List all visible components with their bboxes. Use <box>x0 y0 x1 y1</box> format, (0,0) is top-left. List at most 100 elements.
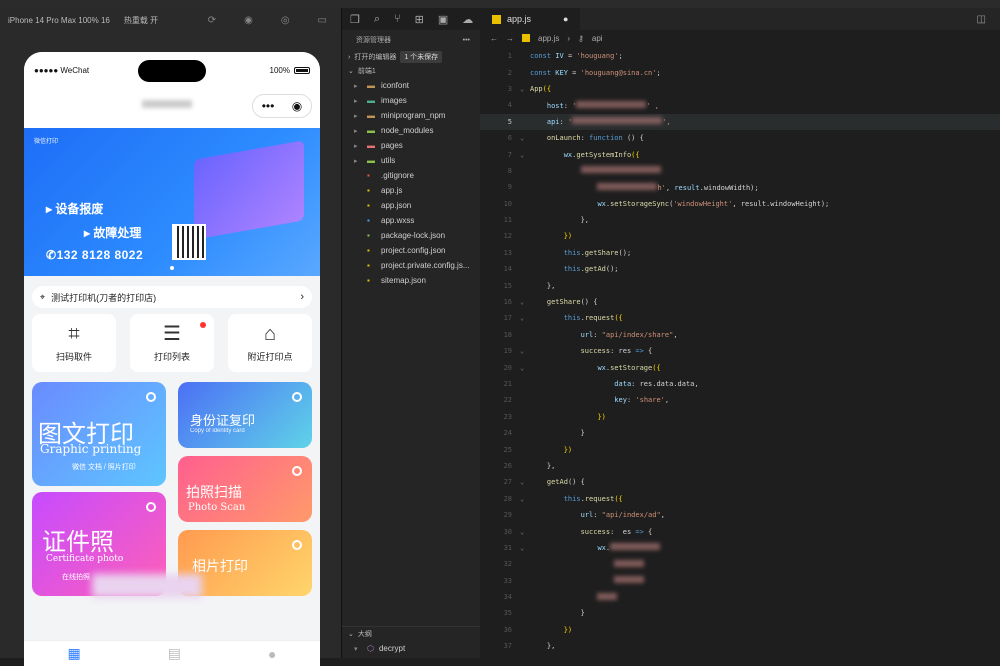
folder-item[interactable]: ▸ ▬ iconfont <box>342 78 480 93</box>
file-item[interactable]: ▪ app.wxss <box>342 213 480 228</box>
fold-chevron-icon[interactable]: ⌄ <box>520 364 530 372</box>
explorer-icon[interactable]: ❐ <box>350 13 360 26</box>
device-selector[interactable]: iPhone 14 Pro Max 100% 16 <box>8 16 110 25</box>
code-line[interactable]: 22 key: 'share', <box>480 392 1000 408</box>
code-line[interactable]: 7 ⌄ wx.getSystemInfo({ <box>480 146 1000 162</box>
folder-item[interactable]: ▸ ▬ pages <box>342 138 480 153</box>
code-line[interactable]: 1 const IV = 'houguang'; <box>480 48 1000 64</box>
close-mini-program-icon[interactable]: ◉ <box>292 99 302 113</box>
code-line[interactable]: 26 }, <box>480 458 1000 474</box>
print-list-button[interactable]: ☰ 打印列表 <box>130 314 214 372</box>
home-tab-icon[interactable]: ▦ <box>68 645 81 662</box>
code-line[interactable]: 34 <box>480 589 1000 605</box>
code-line[interactable]: 13 this.getShare(); <box>480 245 1000 261</box>
fold-chevron-icon[interactable]: ⌄ <box>520 134 530 142</box>
orders-tab-icon[interactable]: ▤ <box>168 645 181 662</box>
cloud-icon[interactable]: ☁ <box>462 13 473 26</box>
code-area[interactable]: 1 const IV = 'houguang'; 2 const KEY = 'hou… <box>480 48 1000 654</box>
file-item[interactable]: ▪ project.config.json <box>342 243 480 258</box>
code-line[interactable]: 20 ⌄ wx.setStorage({ <box>480 359 1000 375</box>
tab-app-js[interactable]: app.js ● <box>480 8 581 30</box>
fold-chevron-icon[interactable]: ⌄ <box>520 544 530 552</box>
code-line[interactable]: 17 ⌄ this.request({ <box>480 310 1000 326</box>
rotate-icon[interactable]: ⟳ <box>208 15 216 26</box>
fold-chevron-icon[interactable]: ⌄ <box>520 314 530 322</box>
capsule-menu[interactable]: ••• ◉ <box>252 94 312 118</box>
code-line[interactable]: 21 data: res.data.data, <box>480 376 1000 392</box>
fold-chevron-icon[interactable]: ⌄ <box>520 151 530 159</box>
code-line[interactable]: 30 ⌄ success: es => { <box>480 523 1000 539</box>
graphic-printing-tile[interactable]: 图文打印 Graphic printing 微信 文档 / 照片打印 <box>32 382 166 486</box>
scan-pickup-button[interactable]: ⌗ 扫码取件 <box>32 314 116 372</box>
project-section[interactable]: ⌄ 前端1 <box>342 64 480 78</box>
code-line[interactable]: 23 }) <box>480 409 1000 425</box>
hot-reload-toggle[interactable]: 热重载 开 <box>124 15 158 26</box>
more-icon[interactable]: ••• <box>262 99 275 113</box>
code-line[interactable]: 35 } <box>480 605 1000 621</box>
split-editor-icon[interactable]: ◫ <box>977 14 1000 25</box>
code-line[interactable]: 36 }) <box>480 622 1000 638</box>
fold-chevron-icon[interactable]: ⌄ <box>520 85 530 93</box>
more-actions-icon[interactable]: ••• <box>463 37 480 44</box>
code-line[interactable]: 18 url: "api/index/share", <box>480 327 1000 343</box>
code-line[interactable]: 9 h', result.windowWidth); <box>480 179 1000 195</box>
code-line[interactable]: 29 url: "api/index/ad", <box>480 507 1000 523</box>
outline-item[interactable]: ▾ ⬡ decrypt <box>342 641 480 656</box>
code-line[interactable]: 10 wx.setStorageSync('windowHeight', res… <box>480 196 1000 212</box>
breadcrumb-symbol[interactable]: api <box>592 34 603 43</box>
file-item[interactable]: ▪ project.private.config.js... <box>342 258 480 273</box>
code-line[interactable]: 24 } <box>480 425 1000 441</box>
fold-chevron-icon[interactable]: ⌄ <box>520 347 530 355</box>
breadcrumb-file[interactable]: app.js <box>538 34 559 43</box>
fold-chevron-icon[interactable]: ⌄ <box>520 528 530 536</box>
code-line[interactable]: 37 }, <box>480 638 1000 654</box>
folder-item[interactable]: ▸ ▬ node_modules <box>342 123 480 138</box>
photo-scan-tile[interactable]: 拍照扫描 Photo Scan <box>178 456 312 522</box>
code-line[interactable]: 5 api: ' ', <box>480 113 1000 130</box>
code-line[interactable]: 14 this.getAd(); <box>480 261 1000 277</box>
fold-chevron-icon[interactable]: ⌄ <box>520 298 530 306</box>
extensions-icon[interactable]: ⊞ <box>415 13 424 26</box>
open-editors-section[interactable]: › 打开的编辑器 1 个未保存 <box>342 50 480 64</box>
record-icon[interactable]: ◉ <box>244 15 253 26</box>
fold-chevron-icon[interactable]: ⌄ <box>520 478 530 486</box>
code-line[interactable]: 15 }, <box>480 277 1000 293</box>
file-item[interactable]: ▪ package-lock.json <box>342 228 480 243</box>
profile-tab-icon[interactable]: ● <box>268 646 276 662</box>
search-icon[interactable]: ⌕ <box>374 13 380 26</box>
unsaved-dot-icon[interactable]: ● <box>563 14 568 24</box>
file-item[interactable]: ▪ app.json <box>342 198 480 213</box>
folder-item[interactable]: ▸ ▬ miniprogram_npm <box>342 108 480 123</box>
code-line[interactable]: 32 <box>480 556 1000 572</box>
file-item[interactable]: ▪ sitemap.json <box>342 273 480 288</box>
outline-header[interactable]: ⌄ 大纲 <box>342 627 480 641</box>
source-control-icon[interactable]: ⑂ <box>394 13 401 25</box>
code-line[interactable]: 28 ⌄ this.request({ <box>480 491 1000 507</box>
code-line[interactable]: 16 ⌄ getShare() { <box>480 294 1000 310</box>
file-item[interactable]: ▪ .gitignore <box>342 168 480 183</box>
code-line[interactable]: 33 <box>480 573 1000 589</box>
code-line[interactable]: 11 }, <box>480 212 1000 228</box>
code-line[interactable]: 8 <box>480 163 1000 179</box>
nearby-printers-button[interactable]: ⌂ 附近打印点 <box>228 314 312 372</box>
file-item[interactable]: ▪ app.js <box>342 183 480 198</box>
debug-icon[interactable]: ▣ <box>438 13 448 26</box>
fold-chevron-icon[interactable]: ⌄ <box>520 495 530 503</box>
code-line[interactable]: 3 ⌄ App({ <box>480 81 1000 97</box>
code-line[interactable]: 31 ⌄ wx. <box>480 540 1000 556</box>
screenshot-icon[interactable]: ◎ <box>281 15 290 26</box>
printer-selector[interactable]: ⌖ 测试打印机(刀者的打印店) › <box>32 286 312 308</box>
code-line[interactable]: 19 ⌄ success: res => { <box>480 343 1000 359</box>
code-line[interactable]: 27 ⌄ getAd() { <box>480 474 1000 490</box>
code-line[interactable]: 25 }) <box>480 441 1000 457</box>
code-line[interactable]: 12 }) <box>480 228 1000 244</box>
back-icon[interactable]: ← <box>490 34 498 43</box>
code-line[interactable]: 6 ⌄ onLaunch: function () { <box>480 130 1000 146</box>
promo-banner[interactable]: 微信打印 ▸ 设备报废 ▸ 故障处理 ✆132 8128 8022 <box>24 128 320 276</box>
forward-icon[interactable]: → <box>506 34 514 43</box>
folder-item[interactable]: ▸ ▬ utils <box>342 153 480 168</box>
code-line[interactable]: 2 const KEY = 'houguang@sina.cn'; <box>480 64 1000 80</box>
folder-item[interactable]: ▸ ▬ images <box>342 93 480 108</box>
window-icon[interactable]: ▭ <box>318 15 327 26</box>
id-copy-tile[interactable]: 身份证复印 Copy of identity card <box>178 382 312 448</box>
